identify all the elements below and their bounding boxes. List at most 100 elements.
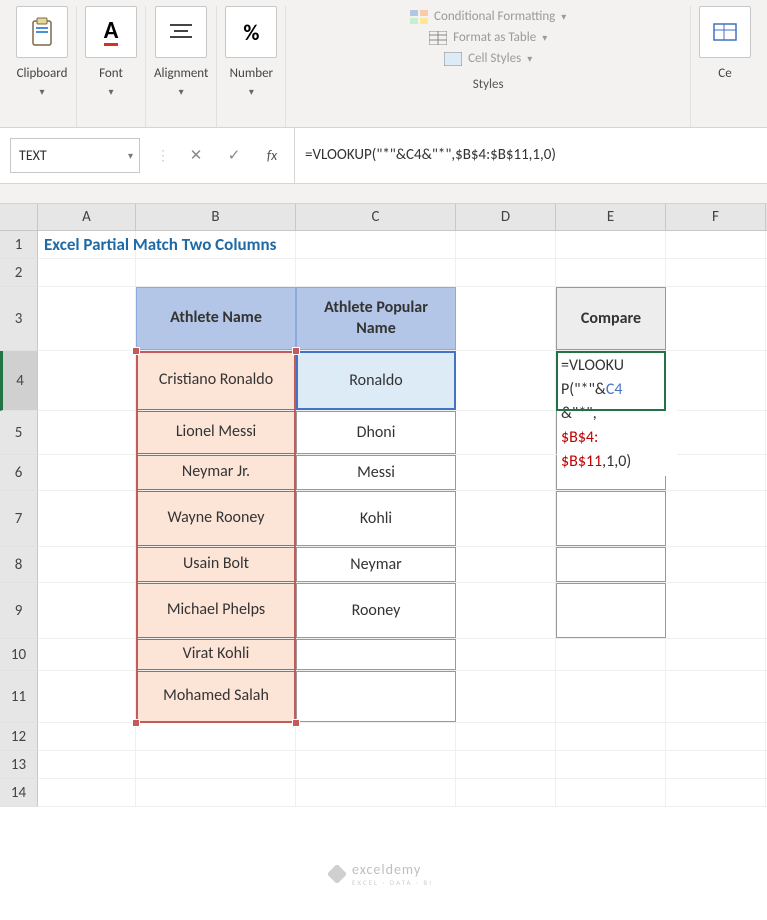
clipboard-icon[interactable]: [16, 6, 68, 58]
row-header-10[interactable]: 10: [0, 639, 38, 671]
cell-F8[interactable]: [666, 547, 766, 582]
cell-B11[interactable]: Mohamed Salah: [136, 671, 296, 722]
cell-A7[interactable]: [38, 491, 136, 546]
row-header-3[interactable]: 3: [0, 287, 38, 351]
cell-D1[interactable]: [456, 231, 556, 258]
cell-B12[interactable]: [136, 723, 296, 750]
fx-button[interactable]: fx: [260, 144, 284, 168]
cell-C11[interactable]: [296, 671, 456, 722]
cell-A10[interactable]: [38, 639, 136, 670]
cell-C4[interactable]: Ronaldo: [296, 351, 456, 410]
cell-A12[interactable]: [38, 723, 136, 750]
cell-A3[interactable]: [38, 287, 136, 350]
cell-F9[interactable]: [666, 583, 766, 638]
cell-F10[interactable]: [666, 639, 766, 670]
cell-A13[interactable]: [38, 751, 136, 778]
cell-C1[interactable]: [296, 231, 456, 258]
col-header-F[interactable]: F: [666, 204, 766, 230]
cell-F13[interactable]: [666, 751, 766, 778]
cell-E13[interactable]: [556, 751, 666, 778]
cell-D10[interactable]: [456, 639, 556, 670]
cell-D7[interactable]: [456, 491, 556, 546]
clipboard-label[interactable]: Clipboard▾: [17, 66, 68, 98]
range-handle[interactable]: [132, 719, 140, 727]
cell-E12[interactable]: [556, 723, 666, 750]
cell-D3[interactable]: [456, 287, 556, 350]
cell-B3[interactable]: Athlete Name: [136, 287, 296, 350]
cell-A9[interactable]: [38, 583, 136, 638]
cell-C14[interactable]: [296, 779, 456, 806]
cell-F4[interactable]: [666, 351, 766, 410]
row-header-5[interactable]: 5: [0, 411, 38, 455]
cells-label[interactable]: Ce: [718, 66, 731, 83]
cell-A2[interactable]: [38, 259, 136, 286]
cell-B4[interactable]: Cristiano Ronaldo: [136, 351, 296, 410]
row-header-11[interactable]: 11: [0, 671, 38, 723]
cell-A6[interactable]: [38, 455, 136, 490]
cell-B14[interactable]: [136, 779, 296, 806]
cell-A1[interactable]: Excel Partial Match Two Columns: [38, 231, 136, 258]
col-header-C[interactable]: C: [296, 204, 456, 230]
cell-C5[interactable]: Dhoni: [296, 411, 456, 454]
cell-E9[interactable]: [556, 583, 666, 638]
cell-D11[interactable]: [456, 671, 556, 722]
format-as-table-button[interactable]: Format as Table▾: [429, 27, 547, 48]
number-icon[interactable]: %: [225, 6, 277, 58]
conditional-formatting-button[interactable]: Conditional Formatting▾: [410, 6, 566, 27]
cell-D4[interactable]: [456, 351, 556, 410]
cell-C10[interactable]: [296, 639, 456, 670]
alignment-icon[interactable]: [155, 6, 207, 58]
cell-B9[interactable]: Michael Phelps: [136, 583, 296, 638]
cell-C12[interactable]: [296, 723, 456, 750]
col-header-A[interactable]: A: [38, 204, 136, 230]
cell-A11[interactable]: [38, 671, 136, 722]
cell-D14[interactable]: [456, 779, 556, 806]
cell-F3[interactable]: [666, 287, 766, 350]
cell-C8[interactable]: Neymar: [296, 547, 456, 582]
cell-D13[interactable]: [456, 751, 556, 778]
name-box[interactable]: TEXT ▾: [10, 138, 140, 173]
cell-C7[interactable]: Kohli: [296, 491, 456, 546]
cell-D5[interactable]: [456, 411, 556, 454]
range-handle[interactable]: [132, 347, 140, 355]
number-label[interactable]: Number▾: [230, 66, 273, 98]
cell-E11[interactable]: [556, 671, 666, 722]
cell-D9[interactable]: [456, 583, 556, 638]
cell-F1[interactable]: [666, 231, 766, 258]
col-header-D[interactable]: D: [456, 204, 556, 230]
row-header-2[interactable]: 2: [0, 259, 38, 287]
range-handle[interactable]: [292, 719, 300, 727]
row-header-7[interactable]: 7: [0, 491, 38, 547]
cell-C6[interactable]: Messi: [296, 455, 456, 490]
cells-icon[interactable]: [699, 6, 751, 58]
cell-E4[interactable]: =VLOOKU P("*"&C4 &"*", $B$4: $B$11,1,0): [556, 351, 666, 410]
row-header-4[interactable]: 4: [0, 351, 38, 411]
row-header-1[interactable]: 1: [0, 231, 38, 259]
cell-C13[interactable]: [296, 751, 456, 778]
font-label[interactable]: Font▾: [99, 66, 123, 98]
cell-F11[interactable]: [666, 671, 766, 722]
row-header-13[interactable]: 13: [0, 751, 38, 779]
cell-D2[interactable]: [456, 259, 556, 286]
cell-styles-button[interactable]: Cell Styles▾: [444, 48, 532, 69]
cell-F2[interactable]: [666, 259, 766, 286]
row-header-8[interactable]: 8: [0, 547, 38, 583]
row-header-9[interactable]: 9: [0, 583, 38, 639]
range-handle[interactable]: [292, 347, 300, 355]
col-header-E[interactable]: E: [556, 204, 666, 230]
cell-F7[interactable]: [666, 491, 766, 546]
cell-C9[interactable]: Rooney: [296, 583, 456, 638]
cell-D6[interactable]: [456, 455, 556, 490]
cell-E8[interactable]: [556, 547, 666, 582]
cell-D8[interactable]: [456, 547, 556, 582]
cell-C3[interactable]: Athlete Popular Name: [296, 287, 456, 350]
cancel-button[interactable]: ✕: [184, 144, 208, 168]
cell-A14[interactable]: [38, 779, 136, 806]
cell-E10[interactable]: [556, 639, 666, 670]
cell-F5[interactable]: [666, 411, 766, 454]
cell-B7[interactable]: Wayne Rooney: [136, 491, 296, 546]
cell-E1[interactable]: [556, 231, 666, 258]
cell-D12[interactable]: [456, 723, 556, 750]
cell-B13[interactable]: [136, 751, 296, 778]
col-header-B[interactable]: B: [136, 204, 296, 230]
